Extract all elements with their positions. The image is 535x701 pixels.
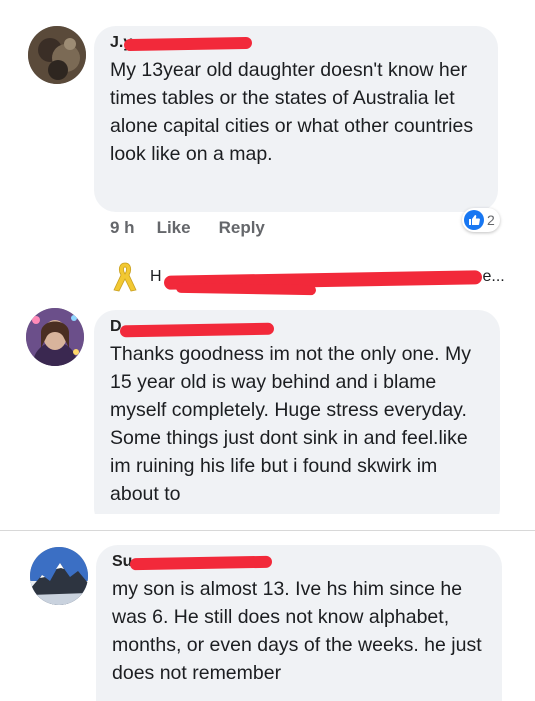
- comments-panel-bottom: Su my son is almost 13. Ive hs him since…: [0, 530, 535, 701]
- reply-snippet: H e...: [150, 268, 505, 296]
- comment-actions: 9 h Like Reply: [110, 218, 265, 238]
- redaction-mark: [175, 282, 317, 296]
- reaction-summary[interactable]: 2: [462, 208, 500, 232]
- timestamp[interactable]: 9 h: [110, 218, 135, 238]
- comment-bubble: J.y My 13year old daughter doesn't know …: [94, 26, 498, 212]
- comment-author[interactable]: J.y: [110, 32, 482, 54]
- comment-bubble: Su my son is almost 13. Ive hs him since…: [96, 545, 502, 701]
- comments-panel-top: J.y My 13year old daughter doesn't know …: [0, 0, 535, 514]
- profile-photo-icon: [26, 308, 84, 366]
- profile-photo-icon: [28, 26, 86, 84]
- mountain-photo-icon: [30, 547, 88, 605]
- comment-author[interactable]: D: [110, 316, 484, 338]
- comment-text: Thanks goodness im not the only one. My …: [110, 343, 471, 505]
- redaction-mark: [129, 555, 273, 571]
- comment-bubble: D Thanks goodness im not the only one. M…: [94, 310, 500, 514]
- like-button[interactable]: Like: [157, 218, 191, 238]
- redaction-mark: [119, 322, 275, 338]
- redaction-mark: [123, 36, 253, 52]
- comment-author[interactable]: Su: [112, 551, 486, 573]
- reply-snippet-end: e...: [482, 268, 505, 285]
- avatar[interactable]: [28, 26, 86, 84]
- avatar[interactable]: [26, 308, 84, 366]
- avatar[interactable]: [30, 547, 88, 605]
- comment-text: my son is almost 13. Ive hs him since he…: [112, 578, 482, 684]
- reply-preview[interactable]: H e...: [110, 260, 505, 296]
- reply-author-initial: H: [150, 268, 162, 285]
- thumbs-up-icon: [464, 210, 484, 230]
- reply-button[interactable]: Reply: [219, 218, 265, 238]
- yellow-ribbon-icon: [113, 262, 137, 292]
- comment-text: My 13year old daughter doesn't know her …: [110, 59, 474, 165]
- reaction-count: 2: [487, 212, 495, 228]
